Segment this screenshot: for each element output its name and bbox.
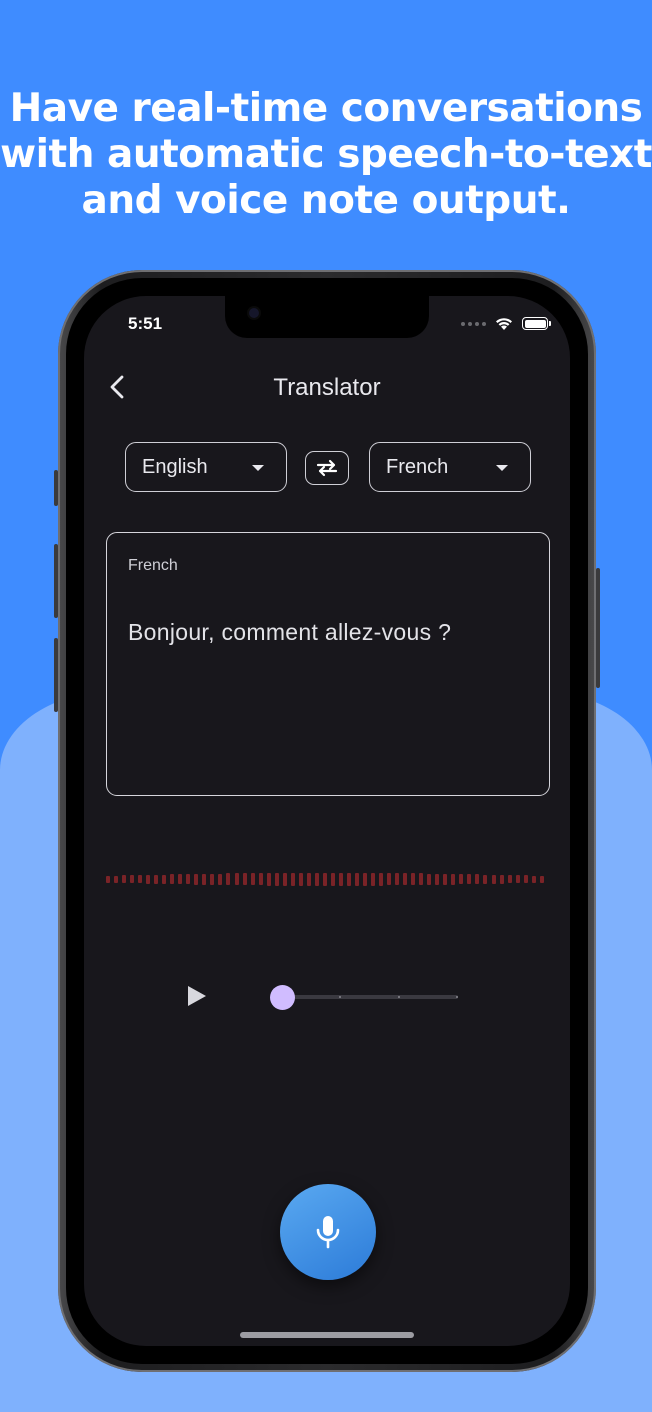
headline-line-1: Have real-time conversations: [9, 86, 643, 131]
waveform-bar: [403, 873, 408, 885]
waveform-bar: [202, 873, 207, 885]
waveform-bar: [346, 872, 351, 886]
waveform-bar: [451, 873, 456, 885]
waveform-bar: [306, 872, 311, 886]
notch: [225, 296, 429, 338]
waveform-bar: [354, 872, 359, 886]
translation-box-label: French: [128, 557, 178, 574]
waveform-bar: [210, 873, 215, 885]
phone-frame: 5:51 Translator English French French Bo…: [54, 270, 600, 1372]
waveform-bar: [146, 874, 151, 884]
waveform-bar: [186, 874, 191, 884]
waveform-bar: [314, 872, 319, 886]
microphone-button[interactable]: [280, 1184, 376, 1280]
waveform-bar: [419, 873, 424, 885]
waveform-bar: [330, 872, 335, 886]
waveform-bar: [491, 874, 496, 884]
waveform-bar: [459, 874, 464, 884]
headline: Have real-time conversations with automa…: [0, 86, 652, 224]
waveform-bar: [130, 875, 135, 883]
waveform-bar: [499, 874, 504, 884]
waveform-bar: [194, 873, 199, 885]
home-indicator[interactable]: [240, 1332, 414, 1338]
phone-screen: 5:51 Translator English French French Bo…: [84, 296, 570, 1346]
waveform-bar: [234, 873, 239, 885]
waveform-bar: [379, 872, 384, 886]
waveform-bar: [290, 872, 295, 886]
waveform-bar: [226, 873, 231, 885]
swap-languages-button[interactable]: [305, 451, 349, 485]
slider-tick: [398, 996, 400, 998]
waveform-bar: [266, 872, 271, 886]
source-language-select[interactable]: English: [125, 442, 287, 492]
slider-tick: [339, 996, 341, 998]
swap-arrows-icon: [316, 459, 338, 477]
waveform-bar: [363, 872, 367, 886]
battery-icon: [522, 317, 551, 330]
phone-power-button: [596, 568, 600, 688]
waveform-bar: [507, 875, 512, 883]
waveform-bar: [322, 872, 327, 886]
waveform-bar: [154, 874, 159, 884]
wifi-icon: [496, 318, 512, 330]
translation-output-box[interactable]: French Bonjour, comment allez-vous ?: [106, 532, 550, 796]
page-title: Translator: [273, 374, 381, 401]
waveform-bar: [138, 875, 143, 883]
waveform-bar: [387, 873, 392, 885]
audio-waveform: [106, 872, 544, 886]
phone-volume-up: [54, 544, 58, 618]
waveform-bar: [467, 874, 472, 884]
slider-tick: [456, 996, 458, 998]
waveform-bar: [443, 873, 448, 885]
waveform-bar: [162, 874, 167, 884]
waveform-bar: [531, 875, 536, 883]
target-language-select[interactable]: French: [369, 442, 531, 492]
waveform-bar: [298, 872, 303, 886]
camera-icon: [249, 308, 259, 318]
caret-down-icon: [252, 465, 264, 471]
target-language-label: French: [386, 455, 449, 478]
waveform-bar: [170, 874, 175, 884]
waveform-bar: [483, 874, 488, 884]
audio-progress-track[interactable]: [280, 995, 458, 999]
phone-mute-switch: [54, 470, 58, 506]
waveform-bar: [411, 873, 416, 885]
play-icon: [188, 986, 206, 1006]
headline-line-2: with automatic speech-to-text: [0, 132, 652, 177]
waveform-bar: [218, 873, 223, 885]
waveform-bar: [539, 875, 544, 883]
waveform-bar: [523, 875, 528, 883]
headline-line-3: and voice note output.: [81, 178, 571, 223]
waveform-bar: [122, 875, 127, 883]
waveform-bar: [250, 873, 255, 885]
waveform-bar: [371, 872, 376, 886]
waveform-bar: [338, 872, 343, 886]
waveform-bar: [435, 873, 440, 885]
audio-progress-thumb[interactable]: [270, 985, 295, 1010]
waveform-bar: [515, 875, 520, 883]
waveform-bar: [106, 875, 110, 883]
waveform-bar: [475, 874, 480, 884]
waveform-bar: [282, 872, 287, 886]
status-icons: [461, 316, 551, 331]
waveform-bar: [178, 874, 183, 884]
translation-text: Bonjour, comment allez-vous ?: [128, 619, 452, 645]
status-time: 5:51: [128, 314, 163, 333]
source-language-label: English: [142, 455, 208, 478]
waveform-bar: [427, 873, 432, 885]
waveform-bar: [274, 872, 279, 886]
caret-down-icon: [496, 465, 508, 471]
microphone-icon: [316, 1216, 340, 1249]
signal-icon: [461, 321, 486, 326]
play-button[interactable]: [186, 984, 208, 1008]
waveform-bar: [114, 875, 119, 883]
waveform-bar: [242, 873, 247, 885]
waveform-bar: [258, 873, 263, 885]
waveform-bar: [395, 873, 400, 885]
phone-volume-down: [54, 638, 58, 712]
